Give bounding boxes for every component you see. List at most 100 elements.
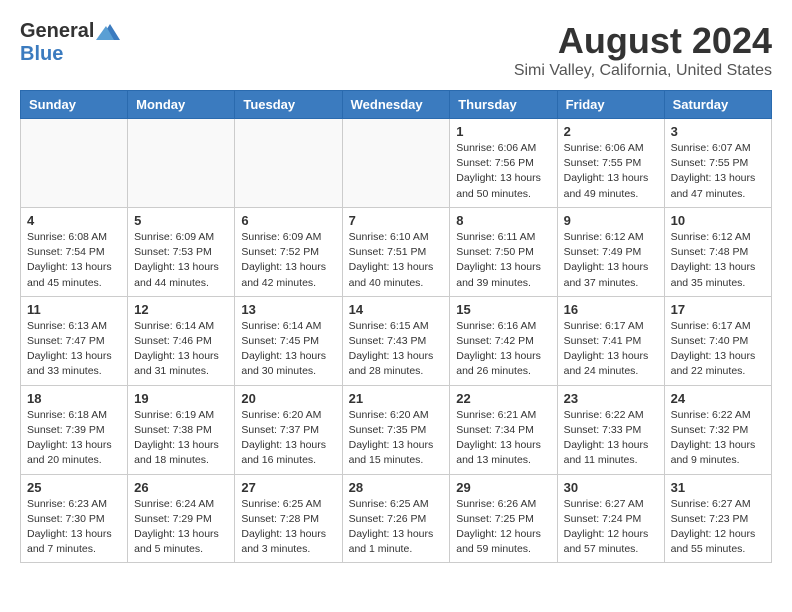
day-number: 29 — [456, 480, 550, 495]
calendar-cell: 30 Sunrise: 6:27 AM Sunset: 7:24 PM Dayli… — [557, 474, 664, 563]
calendar-cell: 15 Sunrise: 6:16 AM Sunset: 7:42 PM Dayli… — [450, 296, 557, 385]
day-info: Sunrise: 6:13 AM Sunset: 7:47 PM Dayligh… — [27, 319, 121, 380]
calendar-cell: 13 Sunrise: 6:14 AM Sunset: 7:45 PM Dayli… — [235, 296, 342, 385]
day-number: 30 — [564, 480, 658, 495]
day-number: 16 — [564, 302, 658, 317]
day-header-monday: Monday — [128, 91, 235, 119]
calendar-cell: 19 Sunrise: 6:19 AM Sunset: 7:38 PM Dayli… — [128, 385, 235, 474]
calendar-cell: 27Sunrise: 6:25 AM Sunset: 7:28 PM Dayli… — [235, 474, 342, 563]
day-number: 18 — [27, 391, 121, 406]
day-info: Sunrise: 6:07 AM Sunset: 7:55 PM Dayligh… — [671, 141, 765, 202]
calendar-cell: 9Sunrise: 6:12 AM Sunset: 7:49 PM Daylig… — [557, 207, 664, 296]
day-number: 25 — [27, 480, 121, 495]
day-header-sunday: Sunday — [21, 91, 128, 119]
day-info: Sunrise: 6:17 AM Sunset: 7:40 PM Dayligh… — [671, 319, 765, 380]
calendar-cell: 17 Sunrise: 6:17 AM Sunset: 7:40 PM Dayli… — [664, 296, 771, 385]
day-number: 10 — [671, 213, 765, 228]
header-row: SundayMondayTuesdayWednesdayThursdayFrid… — [21, 91, 772, 119]
calendar-cell: 5 Sunrise: 6:09 AM Sunset: 7:53 PM Daylig… — [128, 207, 235, 296]
day-number: 7 — [349, 213, 444, 228]
calendar-cell: 16 Sunrise: 6:17 AM Sunset: 7:41 PM Dayli… — [557, 296, 664, 385]
calendar-cell: 24 Sunrise: 6:22 AM Sunset: 7:32 PM Dayli… — [664, 385, 771, 474]
day-number: 19 — [134, 391, 228, 406]
calendar-cell: 3Sunrise: 6:07 AM Sunset: 7:55 PM Daylig… — [664, 119, 771, 208]
day-number: 8 — [456, 213, 550, 228]
day-number: 20 — [241, 391, 335, 406]
day-number: 14 — [349, 302, 444, 317]
day-number: 24 — [671, 391, 765, 406]
day-info: Sunrise: 6:25 AM Sunset: 7:28 PM Dayligh… — [241, 497, 335, 558]
day-info: Sunrise: 6:22 AM Sunset: 7:33 PM Dayligh… — [564, 408, 658, 469]
day-info: Sunrise: 6:20 AM Sunset: 7:37 PM Dayligh… — [241, 408, 335, 469]
calendar-cell — [342, 119, 450, 208]
day-info: Sunrise: 6:17 AM Sunset: 7:41 PM Dayligh… — [564, 319, 658, 380]
week-row-2: 4 Sunrise: 6:08 AM Sunset: 7:54 PM Daylig… — [21, 207, 772, 296]
day-info: Sunrise: 6:12 AM Sunset: 7:48 PM Dayligh… — [671, 230, 765, 291]
logo-icon — [96, 22, 120, 42]
subtitle: Simi Valley, California, United States — [514, 62, 772, 80]
calendar-cell: 31 Sunrise: 6:27 AM Sunset: 7:23 PM Dayli… — [664, 474, 771, 563]
day-number: 5 — [134, 213, 228, 228]
calendar-cell: 1Sunrise: 6:06 AM Sunset: 7:56 PM Daylig… — [450, 119, 557, 208]
day-number: 13 — [241, 302, 335, 317]
day-info: Sunrise: 6:16 AM Sunset: 7:42 PM Dayligh… — [456, 319, 550, 380]
day-number: 21 — [349, 391, 444, 406]
day-info: Sunrise: 6:08 AM Sunset: 7:54 PM Dayligh… — [27, 230, 121, 291]
day-info: Sunrise: 6:27 AM Sunset: 7:23 PM Dayligh… — [671, 497, 765, 558]
calendar-cell: 23 Sunrise: 6:22 AM Sunset: 7:33 PM Dayli… — [557, 385, 664, 474]
day-header-thursday: Thursday — [450, 91, 557, 119]
day-info: Sunrise: 6:09 AM Sunset: 7:53 PM Dayligh… — [134, 230, 228, 291]
calendar-cell: 14 Sunrise: 6:15 AM Sunset: 7:43 PM Dayli… — [342, 296, 450, 385]
day-info: Sunrise: 6:23 AM Sunset: 7:30 PM Dayligh… — [27, 497, 121, 558]
header: General Blue August 2024 Simi Valley, Ca… — [20, 20, 772, 80]
calendar-cell: 4 Sunrise: 6:08 AM Sunset: 7:54 PM Daylig… — [21, 207, 128, 296]
day-header-tuesday: Tuesday — [235, 91, 342, 119]
day-header-friday: Friday — [557, 91, 664, 119]
day-number: 17 — [671, 302, 765, 317]
day-number: 12 — [134, 302, 228, 317]
calendar-cell — [235, 119, 342, 208]
logo-general-text: General — [20, 20, 94, 43]
day-number: 4 — [27, 213, 121, 228]
calendar-cell: 28 Sunrise: 6:25 AM Sunset: 7:26 PM Dayli… — [342, 474, 450, 563]
day-number: 2 — [564, 124, 658, 139]
calendar-cell: 2 Sunrise: 6:06 AM Sunset: 7:55 PM Daylig… — [557, 119, 664, 208]
calendar-cell: 10 Sunrise: 6:12 AM Sunset: 7:48 PM Dayli… — [664, 207, 771, 296]
logo: General Blue — [20, 20, 120, 66]
calendar-cell: 18 Sunrise: 6:18 AM Sunset: 7:39 PM Dayli… — [21, 385, 128, 474]
week-row-3: 11 Sunrise: 6:13 AM Sunset: 7:47 PM Dayli… — [21, 296, 772, 385]
main-title: August 2024 — [514, 20, 772, 62]
day-info: Sunrise: 6:10 AM Sunset: 7:51 PM Dayligh… — [349, 230, 444, 291]
calendar-cell: 29 Sunrise: 6:26 AM Sunset: 7:25 PM Dayli… — [450, 474, 557, 563]
day-info: Sunrise: 6:06 AM Sunset: 7:55 PM Dayligh… — [564, 141, 658, 202]
day-info: Sunrise: 6:22 AM Sunset: 7:32 PM Dayligh… — [671, 408, 765, 469]
day-info: Sunrise: 6:20 AM Sunset: 7:35 PM Dayligh… — [349, 408, 444, 469]
day-number: 28 — [349, 480, 444, 495]
day-info: Sunrise: 6:27 AM Sunset: 7:24 PM Dayligh… — [564, 497, 658, 558]
day-number: 15 — [456, 302, 550, 317]
day-info: Sunrise: 6:11 AM Sunset: 7:50 PM Dayligh… — [456, 230, 550, 291]
calendar-cell — [128, 119, 235, 208]
calendar-cell: 12Sunrise: 6:14 AM Sunset: 7:46 PM Dayli… — [128, 296, 235, 385]
day-info: Sunrise: 6:26 AM Sunset: 7:25 PM Dayligh… — [456, 497, 550, 558]
calendar-cell — [21, 119, 128, 208]
day-info: Sunrise: 6:15 AM Sunset: 7:43 PM Dayligh… — [349, 319, 444, 380]
day-info: Sunrise: 6:25 AM Sunset: 7:26 PM Dayligh… — [349, 497, 444, 558]
day-info: Sunrise: 6:14 AM Sunset: 7:45 PM Dayligh… — [241, 319, 335, 380]
week-row-5: 25 Sunrise: 6:23 AM Sunset: 7:30 PM Dayli… — [21, 474, 772, 563]
day-info: Sunrise: 6:18 AM Sunset: 7:39 PM Dayligh… — [27, 408, 121, 469]
calendar-cell: 26Sunrise: 6:24 AM Sunset: 7:29 PM Dayli… — [128, 474, 235, 563]
day-number: 9 — [564, 213, 658, 228]
week-row-4: 18 Sunrise: 6:18 AM Sunset: 7:39 PM Dayli… — [21, 385, 772, 474]
day-number: 11 — [27, 302, 121, 317]
day-number: 1 — [456, 124, 550, 139]
calendar-cell: 11 Sunrise: 6:13 AM Sunset: 7:47 PM Dayli… — [21, 296, 128, 385]
calendar-cell: 20 Sunrise: 6:20 AM Sunset: 7:37 PM Dayli… — [235, 385, 342, 474]
day-number: 6 — [241, 213, 335, 228]
day-number: 23 — [564, 391, 658, 406]
calendar-cell: 22Sunrise: 6:21 AM Sunset: 7:34 PM Dayli… — [450, 385, 557, 474]
day-info: Sunrise: 6:24 AM Sunset: 7:29 PM Dayligh… — [134, 497, 228, 558]
day-info: Sunrise: 6:09 AM Sunset: 7:52 PM Dayligh… — [241, 230, 335, 291]
day-number: 31 — [671, 480, 765, 495]
day-info: Sunrise: 6:19 AM Sunset: 7:38 PM Dayligh… — [134, 408, 228, 469]
